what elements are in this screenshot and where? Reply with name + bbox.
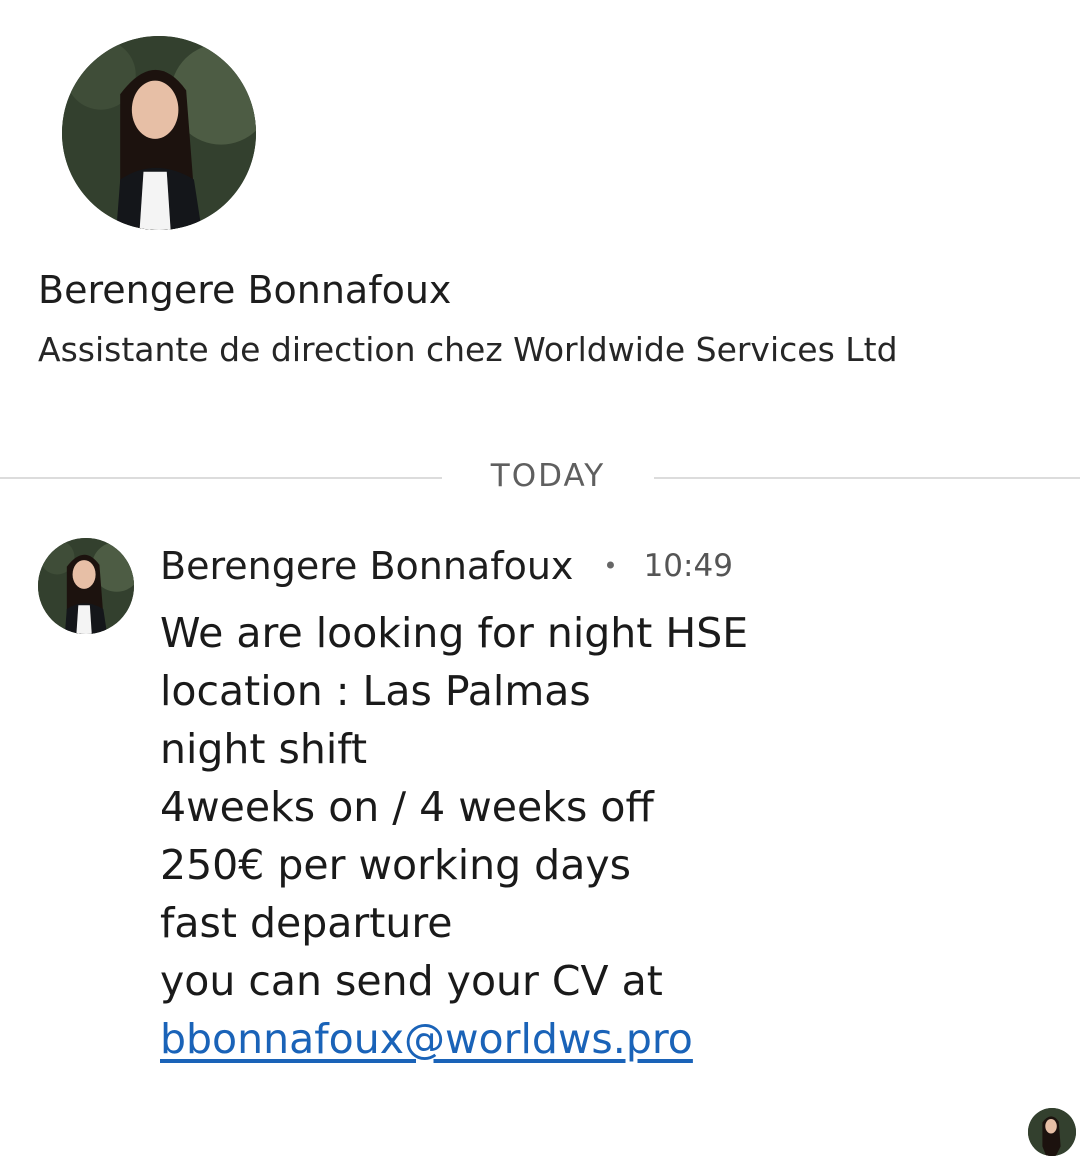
profile-photo xyxy=(62,36,256,230)
profile-avatar[interactable] xyxy=(62,36,256,230)
sender-photo xyxy=(38,538,134,634)
sender-avatar[interactable] xyxy=(38,538,134,634)
profile-name: Berengere Bonnafoux xyxy=(38,268,452,312)
message-timestamp: 10:49 xyxy=(643,548,733,584)
message-line: 250€ per working days xyxy=(160,841,631,889)
email-link[interactable]: bbonnafoux@worldws.pro xyxy=(160,1010,748,1068)
message-line: 4weeks on / 4 weeks off xyxy=(160,783,654,831)
message-header: Berengere Bonnafoux • 10:49 xyxy=(160,544,733,588)
message-body: We are looking for night HSE location : … xyxy=(160,604,748,1068)
message-line: location : Las Palmas xyxy=(160,667,591,715)
next-message-avatar[interactable] xyxy=(1028,1108,1076,1156)
message-line: you can send your CV at xyxy=(160,957,663,1005)
next-message-photo xyxy=(1028,1108,1076,1156)
message-line: night shift xyxy=(160,725,368,773)
message-line: We are looking for night HSE xyxy=(160,609,749,657)
date-divider-line-right xyxy=(654,477,1080,479)
profile-headline: Assistante de direction chez Worldwide S… xyxy=(38,330,898,369)
separator-dot: • xyxy=(603,552,618,580)
message-sender-name[interactable]: Berengere Bonnafoux xyxy=(160,544,573,588)
message-line: fast departure xyxy=(160,899,453,947)
date-divider-label: TODAY xyxy=(490,458,606,494)
date-divider-line-left xyxy=(0,477,442,479)
